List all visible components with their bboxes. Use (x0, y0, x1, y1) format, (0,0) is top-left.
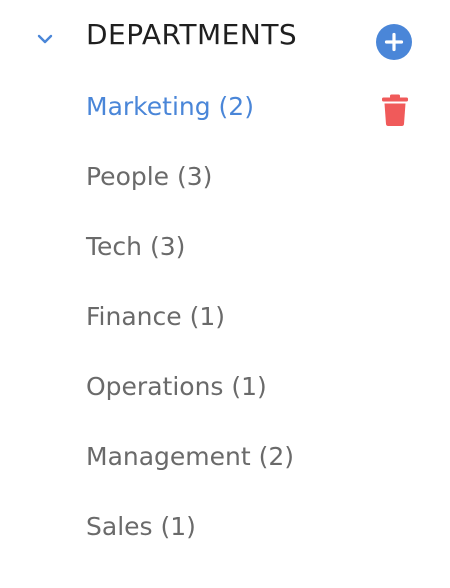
department-item[interactable]: Tech (3) (0, 216, 450, 286)
department-item[interactable]: Marketing (2) (0, 76, 450, 146)
delete-department-button[interactable] (381, 93, 409, 127)
departments-panel: DEPARTMENTS Marketing (2) People (3) Tec… (0, 0, 450, 588)
department-item[interactable]: People (3) (0, 146, 450, 216)
department-label: Operations (1) (86, 372, 267, 401)
department-label: Marketing (2) (86, 92, 254, 121)
department-label: People (3) (86, 162, 213, 191)
department-label: Finance (1) (86, 302, 226, 331)
department-item[interactable]: Finance (1) (0, 286, 450, 356)
department-list: Marketing (2) People (3) Tech (3) Financ… (0, 76, 450, 566)
add-department-button[interactable] (376, 24, 412, 60)
trash-icon (382, 94, 408, 126)
chevron-down-icon[interactable] (34, 28, 56, 50)
department-item[interactable]: Sales (1) (0, 496, 450, 566)
department-label: Tech (3) (86, 232, 186, 261)
departments-header: DEPARTMENTS (0, 0, 450, 76)
department-label: Sales (1) (86, 512, 196, 541)
department-label: Management (2) (86, 442, 295, 471)
section-title: DEPARTMENTS (86, 18, 298, 51)
department-item[interactable]: Management (2) (0, 426, 450, 496)
department-item[interactable]: Operations (1) (0, 356, 450, 426)
plus-circle-icon (384, 32, 404, 52)
